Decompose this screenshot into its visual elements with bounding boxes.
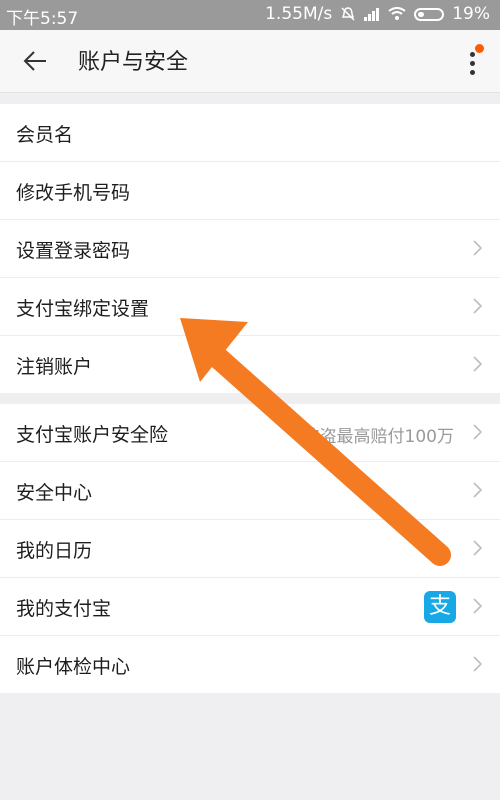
account-checkup-row[interactable]: 账户体检中心	[0, 636, 500, 693]
row-label: 会员名	[16, 124, 74, 146]
page-title: 账户与安全	[78, 50, 189, 75]
alipay-binding-row[interactable]: 支付宝绑定设置	[0, 278, 500, 336]
row-label: 支付宝账户安全险	[16, 424, 169, 446]
account-settings-group: 会员名 修改手机号码 设置登录密码 支付宝绑定设置 注销账户	[0, 104, 500, 393]
cancel-account-row[interactable]: 注销账户	[0, 336, 500, 393]
row-label: 支付宝绑定设置	[16, 298, 150, 320]
notification-badge	[475, 44, 484, 53]
login-password-row[interactable]: 设置登录密码	[0, 220, 500, 278]
chevron-right-icon	[473, 240, 482, 256]
chevron-right-icon	[473, 298, 482, 314]
chevron-right-icon	[473, 656, 482, 672]
chevron-right-icon	[473, 540, 482, 556]
app-bar: 账户与安全	[0, 30, 500, 93]
alipay-services-group: 支付宝账户安全险 被盗最高赔付100万 安全中心 我的日历 我的支付宝 支 账户…	[0, 404, 500, 693]
chevron-right-icon	[473, 424, 482, 440]
status-bar: 下午5:57 1.55M/s 19%	[0, 0, 500, 30]
row-label: 我的支付宝	[16, 598, 112, 620]
row-label: 我的日历	[16, 540, 93, 562]
wifi-icon	[388, 7, 406, 20]
alipay-insurance-row[interactable]: 支付宝账户安全险 被盗最高赔付100万	[0, 404, 500, 462]
chevron-right-icon	[473, 598, 482, 614]
row-label: 安全中心	[16, 482, 93, 504]
member-name-row[interactable]: 会员名	[0, 104, 500, 162]
row-label: 修改手机号码	[16, 182, 131, 204]
chevron-right-icon	[473, 482, 482, 498]
alipay-icon: 支	[424, 591, 456, 623]
battery-level: 19%	[452, 4, 490, 24]
row-label: 注销账户	[16, 356, 93, 378]
change-phone-row[interactable]: 修改手机号码	[0, 162, 500, 220]
signal-icon	[364, 8, 380, 21]
status-time: 下午5:57	[6, 9, 79, 29]
mute-icon	[341, 7, 355, 21]
row-label: 设置登录密码	[16, 240, 131, 262]
more-vertical-icon[interactable]	[462, 44, 484, 80]
back-arrow-icon[interactable]	[22, 49, 48, 73]
network-speed: 1.55M/s	[265, 4, 333, 24]
status-right: 1.55M/s 19%	[265, 4, 490, 24]
security-center-row[interactable]: 安全中心	[0, 462, 500, 520]
battery-icon	[414, 7, 445, 21]
chevron-right-icon	[473, 356, 482, 372]
my-alipay-row[interactable]: 我的支付宝 支	[0, 578, 500, 636]
row-label: 账户体检中心	[16, 656, 131, 678]
my-calendar-row[interactable]: 我的日历	[0, 520, 500, 578]
insurance-value: 被盗最高赔付100万	[302, 427, 454, 447]
